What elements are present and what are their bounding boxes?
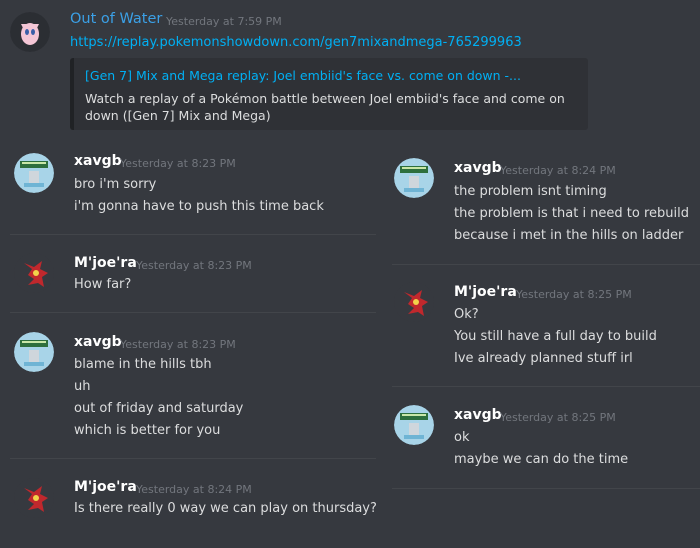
message-text: which is better for you [74,423,221,438]
embed-title[interactable]: [Gen 7] Mix and Mega replay: Joel embiid… [85,68,521,83]
message-divider [10,458,376,459]
message-text: blame in the hills tbh [74,357,212,372]
message-text: out of friday and saturday [74,401,244,416]
timestamp: Yesterday at 8:23 PM [120,157,236,170]
message-text: How far? [74,277,132,292]
message-divider [10,312,376,313]
xavgb-avatar-icon[interactable] [394,405,434,445]
message-text: You still have a full day to build [454,329,657,344]
message-text: ok [454,430,470,445]
message-text: the problem isnt timing [454,184,607,199]
message-text: Ok? [454,307,479,322]
timestamp: Yesterday at 8:24 PM [500,164,616,177]
mew-avatar-icon[interactable] [10,12,50,52]
message-text: Is there really 0 way we can play on thu… [74,501,377,516]
mjoera-avatar-icon[interactable] [14,253,54,293]
message-divider [392,264,700,265]
author-name[interactable]: M'joe'ra [74,479,137,495]
timestamp: Yesterday at 8:25 PM [516,288,632,301]
timestamp: Yesterday at 8:23 PM [120,338,236,351]
message-text: Ive already planned stuff irl [454,351,633,366]
message-text: maybe we can do the time [454,452,629,467]
author-name[interactable]: xavgb [74,153,122,169]
author-name[interactable]: M'joe'ra [454,284,517,300]
xavgb-avatar-icon[interactable] [14,153,54,193]
message-text: uh [74,379,91,394]
message-divider [10,234,376,235]
author-name[interactable]: xavgb [454,160,502,176]
replay-link[interactable]: https://replay.pokemonshowdown.com/gen7m… [70,35,522,50]
author-name[interactable]: xavgb [454,407,502,423]
message-text: the problem is that i need to rebuild [454,206,690,221]
author-name[interactable]: xavgb [74,334,122,350]
xavgb-avatar-icon[interactable] [14,332,54,372]
mjoera-avatar-icon[interactable] [394,282,434,322]
message-divider [392,386,700,387]
message-divider [392,488,700,489]
author-name[interactable]: Out of Water [70,11,162,27]
embed-description: Watch a replay of a Pokémon battle betwe… [85,91,565,123]
timestamp: Yesterday at 8:25 PM [500,411,616,424]
author-name[interactable]: M'joe'ra [74,255,137,271]
timestamp: Yesterday at 7:59 PM [166,15,282,28]
link-embed: [Gen 7] Mix and Mega replay: Joel embiid… [70,58,588,130]
mjoera-avatar-icon[interactable] [14,478,54,518]
timestamp: Yesterday at 8:23 PM [136,259,252,272]
message-text: bro i'm sorry [74,177,157,192]
xavgb-avatar-icon[interactable] [394,158,434,198]
timestamp: Yesterday at 8:24 PM [136,483,252,496]
message-text: i'm gonna have to push this time back [74,199,324,214]
message-text: because i met in the hills on ladder [454,228,684,243]
